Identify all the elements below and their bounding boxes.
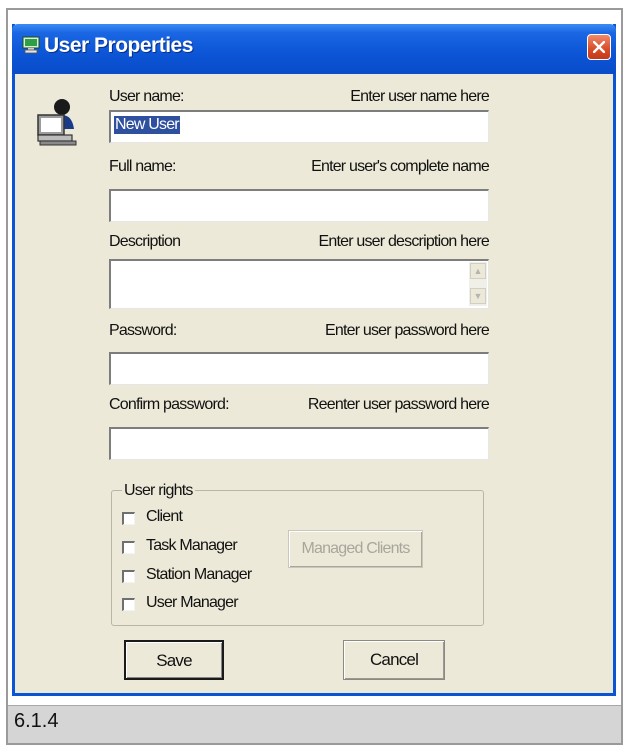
close-button[interactable] — [587, 34, 611, 60]
user-rights-title: User rights — [122, 482, 195, 500]
scroll-down-arrow-icon[interactable]: ▼ — [470, 288, 486, 304]
checkbox-label: Task Manager — [146, 537, 238, 554]
save-button[interactable]: Save — [124, 640, 224, 680]
user-name-value: New User — [114, 116, 180, 134]
close-x-icon — [593, 41, 605, 53]
dialog-title: User Properties — [44, 34, 193, 57]
checkbox-box[interactable] — [122, 512, 135, 525]
user-computer-icon — [36, 95, 80, 147]
full-name-hint: Enter user's complete name — [311, 158, 490, 175]
confirm-password-input[interactable] — [109, 427, 489, 460]
confirm-password-label: Confirm password: — [109, 396, 230, 413]
full-name-input[interactable] — [109, 189, 489, 222]
password-label: Password: — [109, 322, 177, 339]
caption-bar — [8, 705, 621, 743]
checkbox-label: Station Manager — [146, 566, 252, 583]
checkbox-box[interactable] — [122, 598, 135, 611]
figure-caption: 6.1.4 — [14, 710, 59, 732]
checkbox-label: User Manager — [146, 594, 239, 611]
checkbox-box[interactable] — [122, 541, 135, 554]
description-label: Description — [109, 233, 181, 250]
confirm-password-hint: Reenter user password here — [307, 396, 490, 413]
checkbox-label: Client — [146, 508, 183, 525]
scroll-up-arrow-icon[interactable]: ▲ — [470, 263, 486, 279]
checkbox-box[interactable] — [122, 570, 135, 583]
managed-clients-button[interactable]: Managed Clients — [288, 530, 423, 568]
description-textarea[interactable]: ▲ ▼ — [109, 259, 489, 309]
password-hint: Enter user password here — [324, 322, 490, 339]
user-name-hint: Enter user name here — [350, 88, 490, 105]
monitor-app-icon — [22, 36, 40, 54]
user-name-input[interactable]: New User — [109, 110, 489, 143]
description-scrollbar[interactable]: ▲ ▼ — [469, 262, 487, 306]
full-name-label: Full name: — [109, 158, 176, 175]
description-hint: Enter user description here — [318, 233, 489, 250]
cancel-button[interactable]: Cancel — [343, 640, 445, 680]
password-input[interactable] — [109, 352, 489, 385]
user-name-label: User name: — [109, 88, 184, 105]
